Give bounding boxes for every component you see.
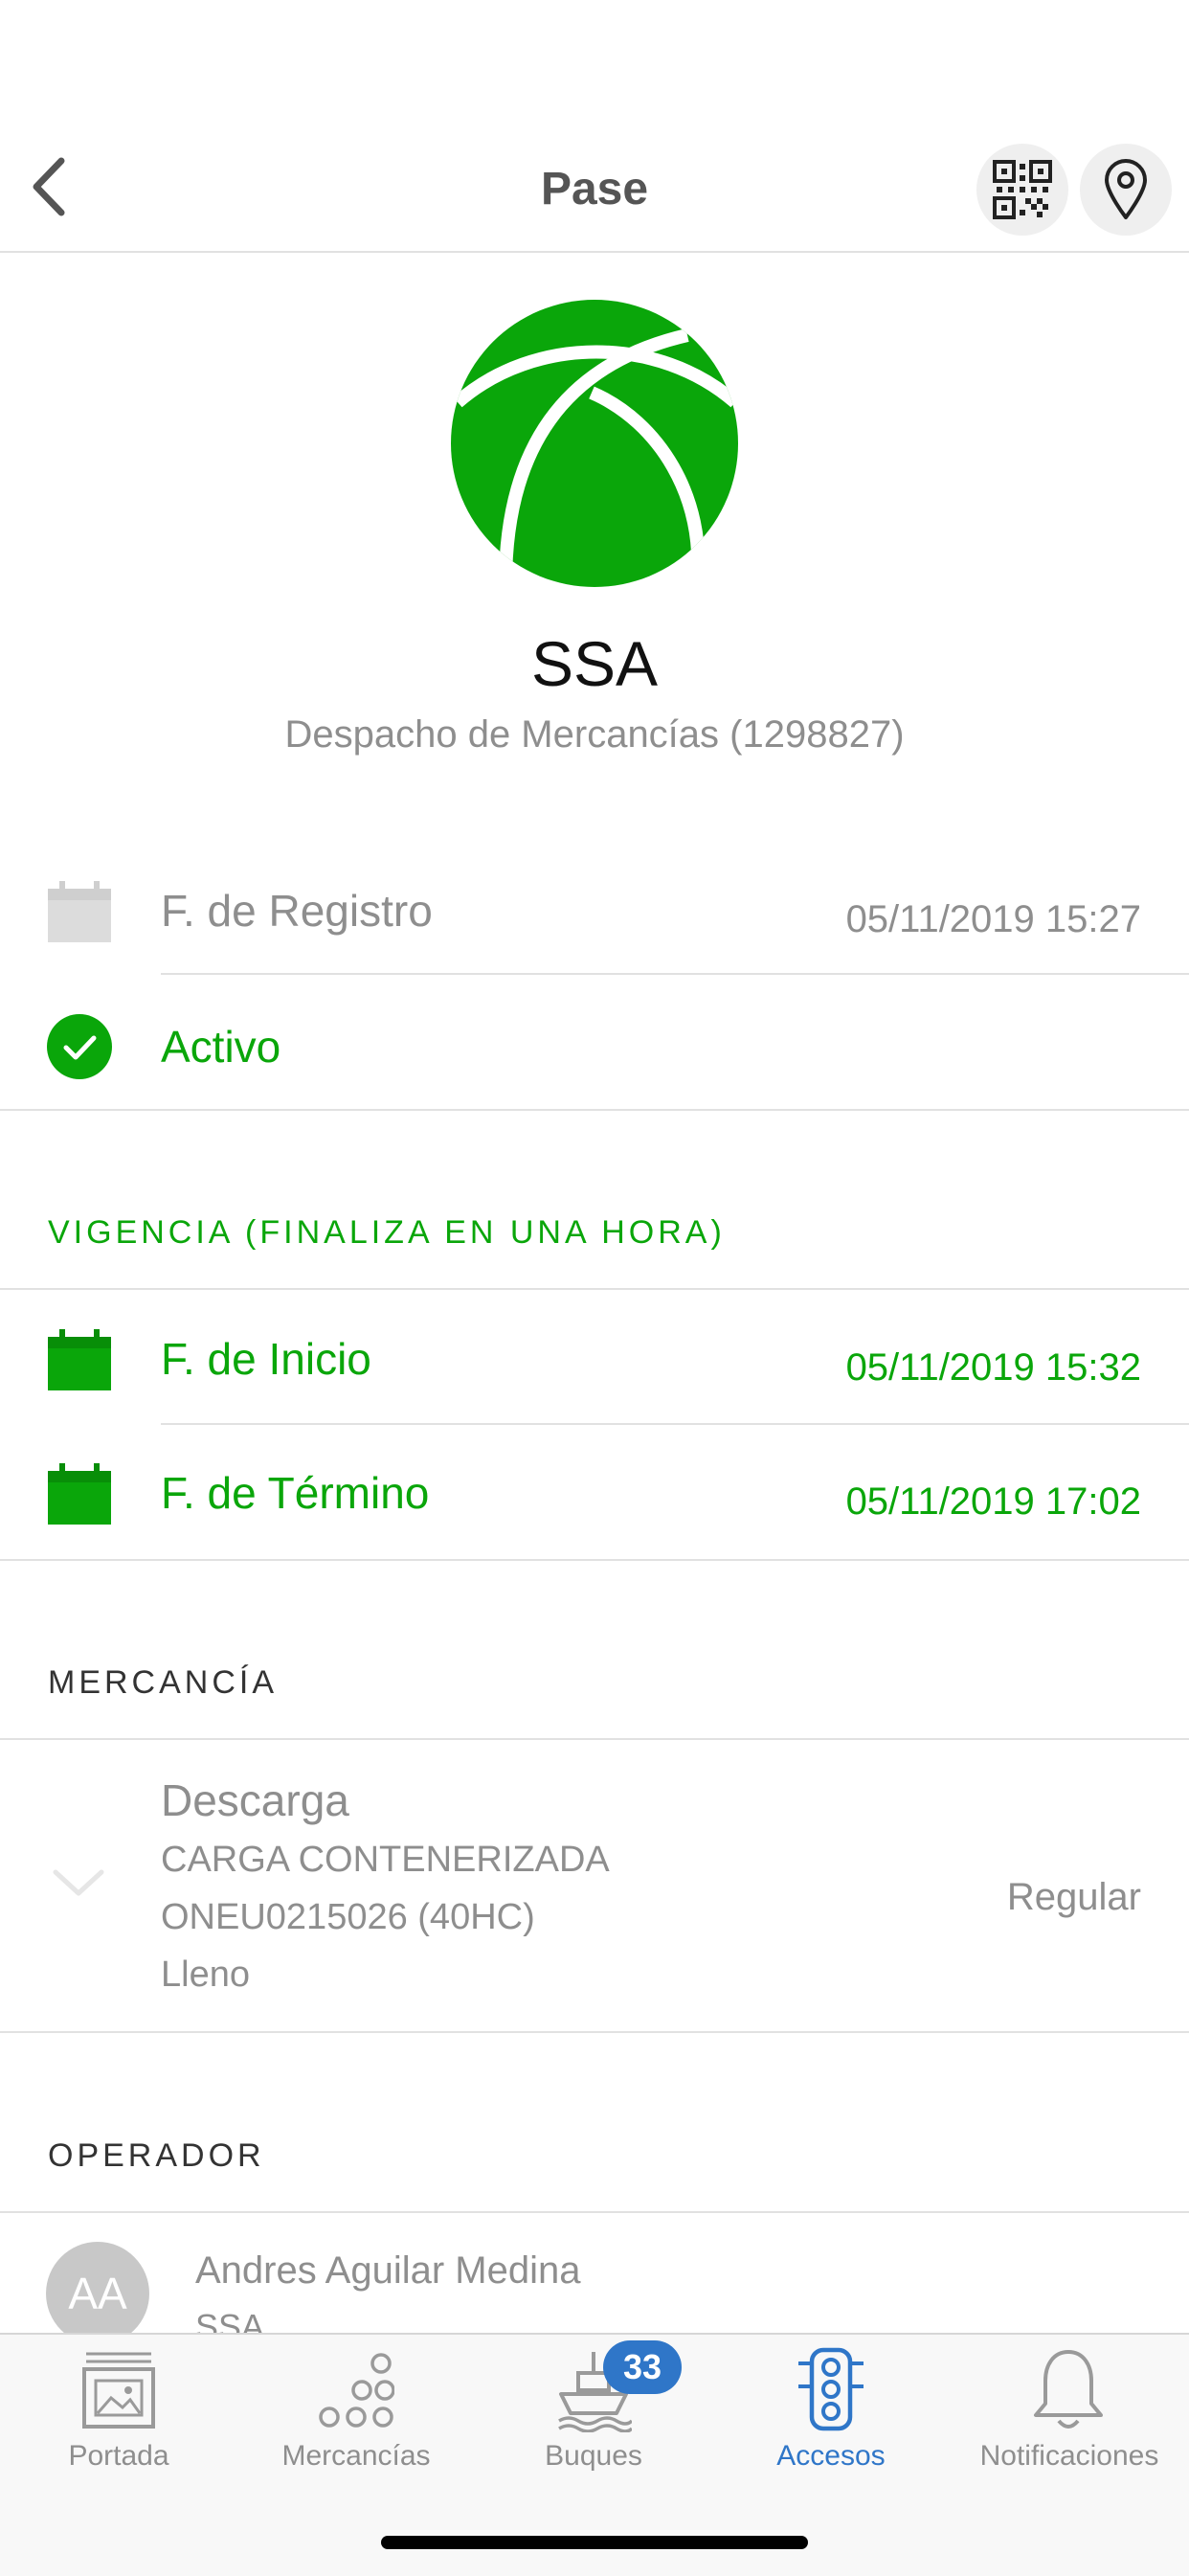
operador-header: OPERADOR: [48, 2137, 265, 2174]
map-pin-icon: [1105, 159, 1147, 219]
divider: [0, 1109, 1189, 1111]
location-button[interactable]: [1080, 144, 1172, 236]
operador-item[interactable]: AA Andres Aguilar Medina SSA: [0, 2213, 1189, 2333]
termino-value: 05/11/2019 17:02: [845, 1480, 1141, 1523]
inicio-value: 05/11/2019 15:32: [845, 1346, 1141, 1389]
home-indicator: [381, 2536, 808, 2549]
bell-icon: [1034, 2350, 1103, 2429]
mercancia-item[interactable]: Descarga CARGA CONTENERIZADA ONEU0215026…: [0, 1740, 1189, 2031]
mercancia-state: Lleno: [161, 1955, 250, 1995]
mercancia-container: ONEU0215026 (40HC): [161, 1897, 535, 1937]
termino-label: F. de Término: [161, 1468, 430, 1518]
mercancia-type: Descarga: [161, 1775, 349, 1825]
buques-badge: 33: [603, 2340, 682, 2394]
dots-pyramid-icon: [319, 2353, 394, 2428]
tab-label: Portada: [68, 2440, 169, 2472]
org-name: SSA: [530, 628, 659, 699]
check-circle-icon: [46, 1013, 113, 1080]
org-logo: [448, 297, 741, 590]
divider: [161, 973, 1189, 975]
mercancia-class: Regular: [1006, 1876, 1141, 1918]
chevron-down-icon[interactable]: [50, 1864, 107, 1903]
divider: [161, 1423, 1189, 1425]
traffic-light-icon: [798, 2347, 864, 2431]
mercancia-cargo: CARGA CONTENERIZADA: [161, 1840, 610, 1880]
divider: [0, 1288, 1189, 1290]
operador-name: Andres Aguilar Medina: [195, 2249, 581, 2292]
inicio-label: F. de Inicio: [161, 1334, 371, 1384]
registro-value: 05/11/2019 15:27: [845, 898, 1141, 940]
vigencia-header: VIGENCIA (FINALIZA EN UNA HORA): [48, 1214, 726, 1251]
nav-divider: [0, 251, 1189, 253]
org-subtitle: Despacho de Mercancías (1298827): [284, 713, 905, 756]
qr-code-icon: [993, 160, 1052, 219]
status-label: Activo: [161, 1022, 281, 1072]
tab-label: Mercancías: [281, 2440, 431, 2472]
tab-label: Buques: [545, 2440, 642, 2472]
divider: [0, 2031, 1189, 2033]
qr-code-button[interactable]: [976, 144, 1068, 236]
calendar-start-icon: [48, 1329, 111, 1390]
operador-company: SSA: [195, 2307, 265, 2333]
avatar: AA: [46, 2242, 149, 2333]
registro-label: F. de Registro: [161, 886, 433, 936]
tab-label: Accesos: [776, 2440, 886, 2472]
divider: [0, 1559, 1189, 1561]
image-frame-icon: [82, 2352, 155, 2429]
tab-label: Notificaciones: [979, 2440, 1159, 2472]
ssa-logo-icon: [451, 300, 738, 587]
calendar-icon: [48, 881, 111, 942]
mercancia-header: MERCANCÍA: [48, 1664, 279, 1701]
calendar-end-icon: [48, 1463, 111, 1525]
